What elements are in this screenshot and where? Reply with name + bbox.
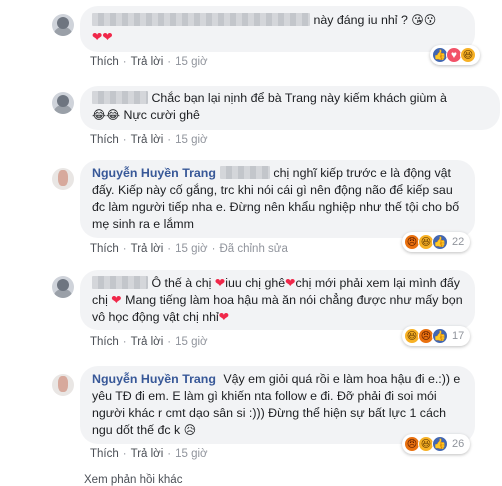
comment-bubble: Ô thế à chị ❤iuu chị ghê❤chị mới phải xe…	[80, 270, 475, 330]
like-link[interactable]: Thích	[90, 336, 119, 348]
reaction-summary[interactable]: 😠 😆 👍 26	[402, 434, 471, 454]
commenter-name[interactable]: Nguyễn Huyền Trang	[92, 372, 216, 386]
reaction-summary[interactable]: 😆 😠 👍 17	[402, 326, 471, 346]
redacted-name	[219, 166, 270, 179]
comment-text: Chắc bạn lại nịnh để bà Trang này kiếm k…	[151, 91, 447, 105]
heart-icon: ❤	[285, 276, 296, 290]
edited-label[interactable]: Đã chỉnh sửa	[219, 243, 287, 255]
like-link[interactable]: Thích	[90, 243, 119, 255]
reply-link[interactable]: Trả lời	[131, 243, 164, 255]
like-reaction-icon: 👍	[432, 436, 448, 452]
emoji-sad: 😥	[183, 423, 197, 437]
more-replies-link[interactable]: Xem phản hồi khác	[84, 474, 182, 486]
commenter-avatar[interactable]	[52, 92, 74, 114]
timestamp[interactable]: 15 giờ	[175, 56, 207, 68]
comment-actions: Thích · Trả lời · 15 giờ	[90, 336, 208, 348]
reply-link[interactable]: Trả lời	[131, 336, 164, 348]
heart-icon: ❤	[214, 276, 226, 290]
reaction-count: 26	[452, 438, 465, 450]
redacted-name	[92, 276, 148, 289]
like-link[interactable]: Thích	[90, 56, 119, 68]
comment-bubble: Nguyễn Huyền Trang Vậy em giỏi quá rồi e…	[80, 366, 475, 444]
comment-text: này đáng iu nhỉ ?	[313, 13, 408, 27]
comment-bubble: Nguyễn Huyền Trang chị nghĩ kiếp trước e…	[80, 160, 475, 238]
reply-link[interactable]: Trả lời	[131, 448, 164, 460]
like-link[interactable]: Thích	[90, 134, 119, 146]
timestamp[interactable]: 15 giờ	[175, 134, 207, 146]
comment-actions: Thích · Trả lời · 15 giờ	[90, 56, 208, 68]
comment-actions: Thích · Trả lời · 15 giờ	[90, 448, 208, 460]
redacted-name	[92, 13, 310, 26]
comment-actions: Thích · Trả lời · 15 giờ	[90, 134, 208, 146]
comment-actions: Thích · Trả lời · 15 giờ · Đã chỉnh sửa	[90, 243, 288, 255]
commenter-avatar[interactable]	[52, 14, 74, 36]
commenter-name[interactable]: Nguyễn Huyền Trang	[92, 166, 216, 180]
heart-icon: ❤	[218, 310, 230, 324]
emoji-laughing-tears: 😂😂	[92, 108, 121, 122]
like-reaction-icon: 👍	[432, 328, 448, 344]
reaction-count: 22	[452, 236, 465, 248]
reaction-count: 17	[452, 330, 465, 342]
comment-text-part4: Mang tiếng làm hoa hậu mà ăn nói chẳng đ…	[92, 293, 463, 324]
comment-text-part1: Ô thế à chị	[151, 276, 215, 290]
commenter-avatar[interactable]	[52, 168, 74, 190]
heart-icon: ❤	[111, 293, 122, 307]
comment-bubble: này đáng iu nhỉ ? 😘😗 ❤❤	[80, 6, 475, 52]
like-link[interactable]: Thích	[90, 448, 119, 460]
timestamp[interactable]: 15 giờ	[175, 243, 207, 255]
reply-link[interactable]: Trả lời	[131, 134, 164, 146]
haha-reaction-icon: 😆	[460, 47, 476, 63]
reply-link[interactable]: Trả lời	[131, 56, 164, 68]
commenter-avatar[interactable]	[52, 374, 74, 396]
like-reaction-icon: 👍	[432, 234, 448, 250]
reaction-summary[interactable]: 👍 ♥ 😆	[430, 45, 480, 65]
emoji-kiss: 😘😗	[411, 13, 437, 27]
heart-icon: ❤❤	[92, 30, 113, 44]
timestamp[interactable]: 15 giờ	[175, 336, 207, 348]
comment-bubble: Chắc bạn lại nịnh để bà Trang này kiếm k…	[80, 86, 500, 130]
redacted-name	[92, 91, 148, 104]
reaction-summary[interactable]: 😠 😆 👍 22	[402, 232, 471, 252]
timestamp[interactable]: 15 giờ	[175, 448, 207, 460]
commenter-avatar[interactable]	[52, 276, 74, 298]
comment-text-line2: Nực cười ghê	[123, 108, 200, 122]
comment-text-part2: iuu chị ghê	[225, 276, 286, 290]
